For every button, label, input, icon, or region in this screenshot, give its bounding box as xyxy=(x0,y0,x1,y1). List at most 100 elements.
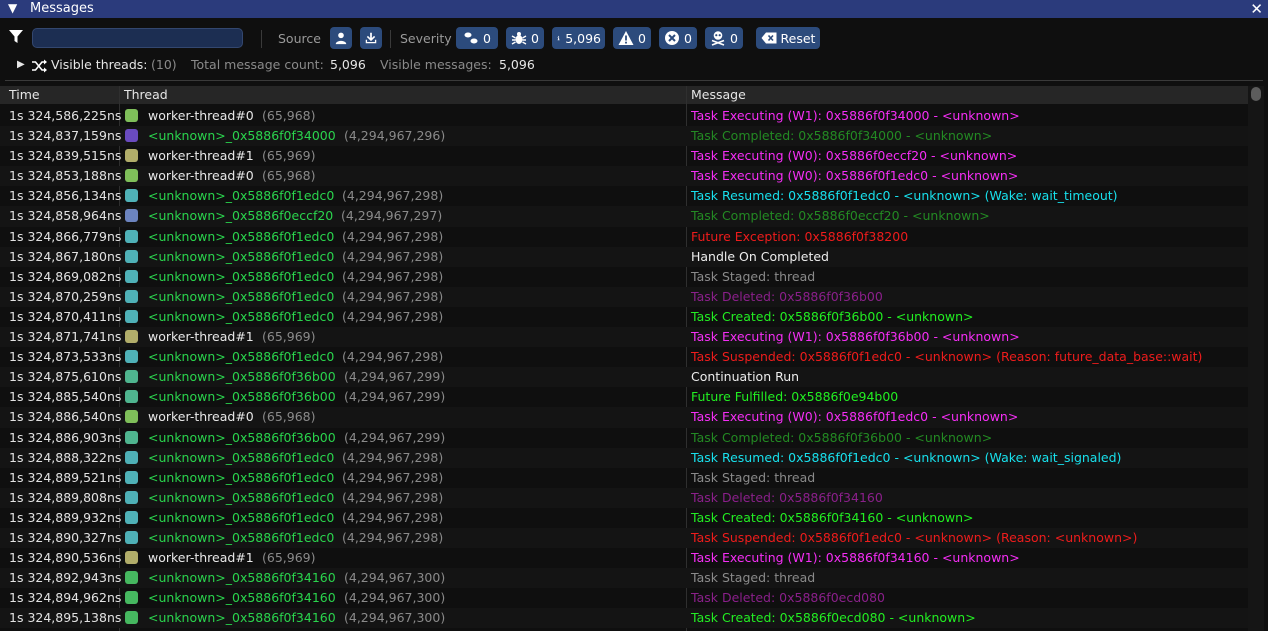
thread-color-swatch xyxy=(125,490,138,504)
row-thread-name: worker-thread#0 xyxy=(148,409,254,425)
table-row[interactable]: 1s 324,888,322ns <unknown>_0x5886f0f1edc0… xyxy=(0,447,1248,468)
message-stats: ▶ Visible threads: (10) Total message co… xyxy=(0,57,1268,75)
row-thread-name: <unknown>_0x5886f0f1edc0 xyxy=(148,489,335,505)
visible-threads-label[interactable]: Visible threads: xyxy=(51,57,148,72)
thread-color-swatch xyxy=(125,591,138,605)
column-header-message[interactable]: Message xyxy=(691,87,746,102)
thread-color-swatch xyxy=(125,611,138,625)
row-message: Task Executing (W0): 0x5886f0f1edc0 - <u… xyxy=(691,168,1019,184)
row-message: Task Deleted: 0x5886f0f36b00 xyxy=(691,288,883,304)
table-row[interactable]: 1s 324,889,808ns <unknown>_0x5886f0f1edc0… xyxy=(0,487,1248,508)
row-thread-id: (4,294,967,298) xyxy=(342,228,444,244)
table-row[interactable]: 1s 324,873,533ns <unknown>_0x5886f0f1edc0… xyxy=(0,347,1248,367)
row-time: 1s 324,866,779ns xyxy=(9,228,122,244)
row-thread-name: <unknown>_0x5886f0f1edc0 xyxy=(148,529,335,545)
table-row[interactable]: 1s 324,892,943ns <unknown>_0x5886f0f34160… xyxy=(0,568,1248,589)
row-message: Task Suspended: 0x5886f0f1edc0 - <unknow… xyxy=(691,349,1203,365)
skull-crossbones-icon xyxy=(711,31,725,46)
severity-info-button[interactable]: 5,096 xyxy=(552,27,605,49)
table-row[interactable]: 1s 324,867,180ns <unknown>_0x5886f0f1edc0… xyxy=(0,246,1248,267)
table-row[interactable]: 1s 324,839,515ns worker-thread#1 (65,969) T… xyxy=(0,146,1248,166)
severity-fatal-button[interactable]: 0 xyxy=(705,27,743,49)
severity-trace-button[interactable]: 0 xyxy=(456,27,498,49)
row-thread-name: <unknown>_0x5886f0f34160 xyxy=(148,590,336,606)
table-row[interactable]: 1s 324,889,521ns <unknown>_0x5886f0f1edc0… xyxy=(0,468,1248,488)
row-message: Task Completed: 0x5886f0eccf20 - <unknow… xyxy=(691,208,990,224)
thread-color-swatch xyxy=(125,209,138,223)
reset-button[interactable]: Reset xyxy=(756,27,820,49)
row-thread-id: (4,294,967,298) xyxy=(342,349,444,365)
thread-color-swatch xyxy=(125,571,138,585)
message-table-body: 1s 324,586,225ns worker-thread#0 (65,968) T… xyxy=(0,106,1248,629)
severity-fatal-count: 0 xyxy=(730,30,738,46)
table-row[interactable]: 1s 324,869,082ns <unknown>_0x5886f0f1edc0… xyxy=(0,267,1248,287)
row-time: 1s 324,886,903ns xyxy=(9,429,122,445)
table-row[interactable]: 1s 324,890,327ns <unknown>_0x5886f0f1edc0… xyxy=(0,527,1248,549)
expand-triangle-icon[interactable]: ▶ xyxy=(17,59,25,70)
thread-color-swatch xyxy=(125,430,138,444)
scrollbar-thumb[interactable] xyxy=(1251,87,1261,101)
table-row[interactable]: 1s 324,889,932ns <unknown>_0x5886f0f1edc0… xyxy=(0,508,1248,528)
table-row[interactable]: 1s 324,837,159ns <unknown>_0x5886f0f34000… xyxy=(0,126,1248,147)
row-time: 1s 324,870,259ns xyxy=(9,288,122,304)
row-time: 1s 324,889,932ns xyxy=(9,509,122,525)
table-row[interactable]: 1s 324,871,741ns worker-thread#1 (65,969) T… xyxy=(0,327,1248,348)
row-thread-id: (4,294,967,299) xyxy=(344,429,446,445)
row-time: 1s 324,890,536ns xyxy=(9,550,122,566)
column-header-thread[interactable]: Thread xyxy=(124,87,168,102)
table-row[interactable]: 1s 324,886,540ns worker-thread#0 (65,968) T… xyxy=(0,407,1248,428)
toolbar-divider xyxy=(390,30,391,48)
shuffle-icon[interactable] xyxy=(32,59,47,73)
thread-color-swatch xyxy=(125,109,138,122)
row-thread-id: (4,294,967,299) xyxy=(344,389,446,405)
table-row[interactable]: 1s 324,894,962ns <unknown>_0x5886f0f34160… xyxy=(0,588,1248,608)
severity-debug-button[interactable]: 0 xyxy=(506,27,544,49)
filter-input[interactable] xyxy=(32,28,243,48)
row-message: Task Executing (W1): 0x5886f0f36b00 - <u… xyxy=(691,329,1020,345)
row-message: Task Suspended: 0x5886f0f1edc0 - <unknow… xyxy=(691,529,1138,545)
table-row[interactable]: 1s 324,890,536ns worker-thread#1 (65,969) T… xyxy=(0,548,1248,568)
row-message: Task Completed: 0x5886f0f34000 - <unknow… xyxy=(691,128,993,144)
severity-error-button[interactable]: 0 xyxy=(659,27,697,49)
table-row[interactable]: 1s 324,858,964ns <unknown>_0x5886f0eccf20… xyxy=(0,206,1248,227)
table-row[interactable]: 1s 324,886,903ns <unknown>_0x5886f0f36b00… xyxy=(0,428,1248,448)
window-title: Messages xyxy=(30,1,94,16)
row-time: 1s 324,889,808ns xyxy=(9,489,122,505)
table-row[interactable]: 1s 324,885,540ns <unknown>_0x5886f0f36b00… xyxy=(0,387,1248,407)
row-message: Task Staged: thread xyxy=(691,268,816,284)
source-user-button[interactable] xyxy=(330,27,352,49)
thread-color-swatch xyxy=(125,530,138,544)
close-icon[interactable]: ✕ xyxy=(1250,0,1263,18)
table-row[interactable]: 1s 324,895,138ns <unknown>_0x5886f0f34160… xyxy=(0,608,1248,629)
thread-color-swatch xyxy=(125,370,138,384)
row-thread-id: (4,294,967,300) xyxy=(344,590,446,606)
scrollbar-track[interactable] xyxy=(1248,86,1264,631)
table-row[interactable]: 1s 324,856,134ns <unknown>_0x5886f0f1edc0… xyxy=(0,186,1248,206)
table-row[interactable]: 1s 324,870,411ns <unknown>_0x5886f0f1edc0… xyxy=(0,307,1248,327)
row-thread-id: (65,968) xyxy=(262,409,316,425)
row-time: 1s 324,586,225ns xyxy=(9,108,122,123)
row-time: 1s 324,892,943ns xyxy=(9,570,122,586)
row-time: 1s 324,894,962ns xyxy=(9,590,122,606)
table-row[interactable]: 1s 324,866,779ns <unknown>_0x5886f0f1edc0… xyxy=(0,227,1248,247)
row-thread-name: <unknown>_0x5886f0f1edc0 xyxy=(148,268,335,284)
row-message: Continuation Run xyxy=(691,369,800,385)
column-header-time[interactable]: Time xyxy=(9,87,40,102)
severity-warning-button[interactable]: 0 xyxy=(613,27,651,49)
row-time: 1s 324,839,515ns xyxy=(9,148,122,164)
table-row[interactable]: 1s 324,875,610ns <unknown>_0x5886f0f36b00… xyxy=(0,367,1248,388)
row-time: 1s 324,889,521ns xyxy=(9,469,122,485)
table-row[interactable]: 1s 324,853,188ns worker-thread#0 (65,968) T… xyxy=(0,166,1248,187)
row-time: 1s 324,895,138ns xyxy=(9,610,122,626)
row-message: Task Created: 0x5886f0f36b00 - <unknown> xyxy=(691,308,974,324)
toolbar: Source Severity 0 0 5,096 0 0 0 Reset xyxy=(0,26,1268,52)
table-row[interactable]: 1s 324,586,225ns worker-thread#0 (65,968) T… xyxy=(0,106,1248,126)
row-thread-id: (65,968) xyxy=(262,168,316,184)
thread-color-swatch xyxy=(125,390,138,404)
row-message: Task Executing (W1): 0x5886f0f34000 - <u… xyxy=(691,108,1020,123)
collapse-triangle-icon[interactable]: ▼ xyxy=(8,1,17,15)
source-system-button[interactable] xyxy=(360,27,382,49)
row-thread-id: (4,294,967,299) xyxy=(344,369,446,385)
table-row[interactable]: 1s 324,870,259ns <unknown>_0x5886f0f1edc0… xyxy=(0,286,1248,307)
row-message: Handle On Completed xyxy=(691,248,829,264)
